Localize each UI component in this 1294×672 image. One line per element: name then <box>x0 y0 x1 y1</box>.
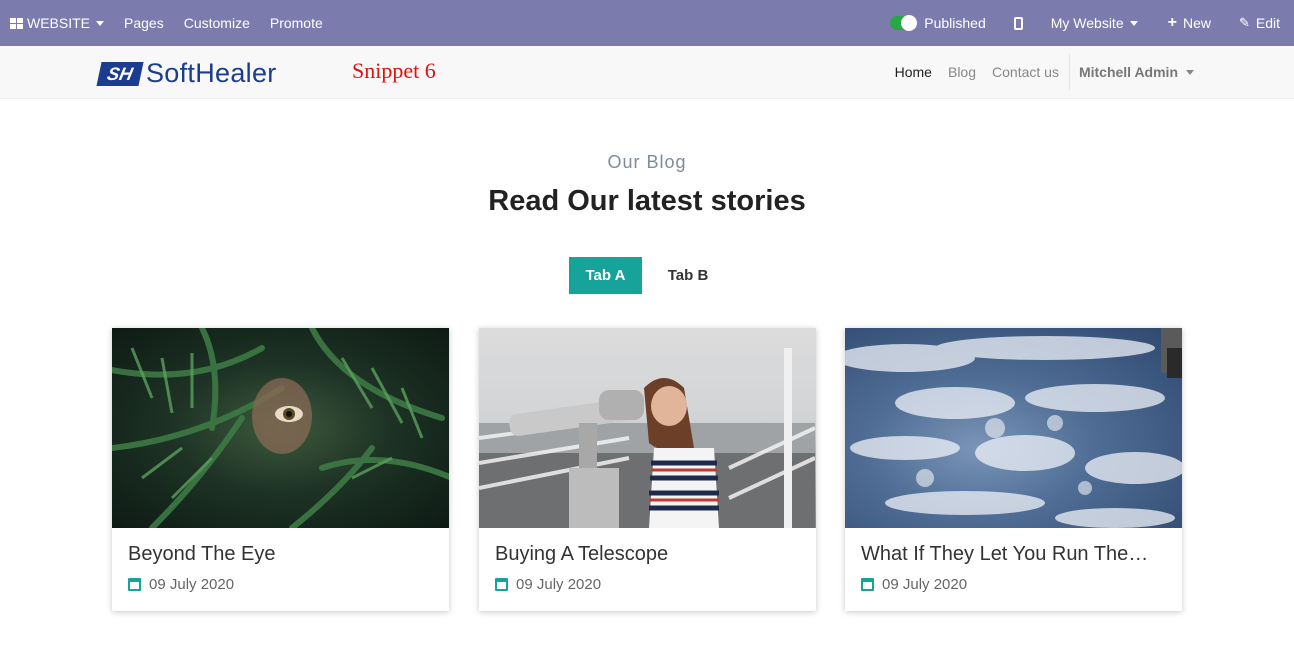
section-subheading: Our Blog <box>607 152 687 172</box>
post-title[interactable]: What If They Let You Run The… <box>861 543 1148 566</box>
earth-illustration <box>845 328 1182 528</box>
new-button-label: New <box>1182 15 1211 31</box>
tab-bar: Tab A Tab B <box>569 257 734 294</box>
calendar-icon <box>861 578 874 591</box>
mobile-preview-button[interactable] <box>996 0 1041 46</box>
post-date-text: 09 July 2020 <box>882 576 968 593</box>
toggle-switch-icon <box>890 15 918 31</box>
post-date-text: 09 July 2020 <box>149 576 235 593</box>
logo-text: SoftHealer <box>146 58 277 88</box>
tab-b[interactable]: Tab B <box>642 257 734 294</box>
mobile-icon <box>1013 16 1023 30</box>
user-name: Mitchell Admin <box>1078 64 1178 80</box>
edit-button[interactable]: ✎ Edit <box>1229 0 1294 46</box>
fern-illustration <box>112 328 449 528</box>
apps-grid-icon <box>10 17 23 29</box>
post-image-telescope <box>479 328 816 528</box>
post-title[interactable]: Buying A Telescope <box>495 543 668 566</box>
section-heading: Read Our latest stories <box>488 185 806 217</box>
main-nav: Home Blog Contact us Mitchell Admin <box>887 46 1294 98</box>
post-date: 09 July 2020 <box>128 576 234 593</box>
plus-icon: + <box>1167 14 1177 31</box>
post-date-text: 09 July 2020 <box>516 576 602 593</box>
pages-menu[interactable]: Pages <box>114 0 174 46</box>
post-image-fern <box>112 328 449 528</box>
site-header: SH SoftHealer Snippet 6 Home Blog Contac… <box>0 46 1294 99</box>
telescope-illustration <box>479 348 816 528</box>
website-menu-label: WEBSITE <box>27 15 91 31</box>
website-switcher-label: My Website <box>1050 15 1124 31</box>
published-label: Published <box>924 15 986 31</box>
site-logo[interactable]: SH SoftHealer <box>96 58 277 89</box>
new-button[interactable]: + New <box>1158 0 1229 46</box>
snippet-label: Snippet 6 <box>352 58 436 83</box>
caret-down-icon <box>1186 69 1194 75</box>
admin-toolbar: WEBSITE Pages Customize Promote Publishe… <box>0 0 1294 46</box>
nav-home[interactable]: Home <box>887 64 940 80</box>
blog-card[interactable]: Beyond The Eye 09 July 2020 <box>112 328 449 611</box>
calendar-icon <box>495 578 508 591</box>
blog-card[interactable]: Buying A Telescope 09 July 2020 <box>479 328 816 611</box>
user-menu[interactable]: Mitchell Admin <box>1070 64 1294 80</box>
promote-menu[interactable]: Promote <box>260 0 333 46</box>
post-date: 09 July 2020 <box>861 576 967 593</box>
logo-mark: SH <box>96 61 144 86</box>
edit-button-label: Edit <box>1255 15 1280 31</box>
tab-a[interactable]: Tab A <box>569 257 642 294</box>
nav-contact[interactable]: Contact us <box>984 64 1067 80</box>
blog-card[interactable]: What If They Let You Run The… 09 July 20… <box>845 328 1182 611</box>
calendar-icon <box>128 578 141 591</box>
pencil-icon: ✎ <box>1238 15 1250 30</box>
post-title[interactable]: Beyond The Eye <box>128 543 276 566</box>
website-switcher[interactable]: My Website <box>1041 0 1158 46</box>
caret-down-icon <box>96 20 105 26</box>
published-toggle[interactable]: Published <box>880 0 996 46</box>
post-date: 09 July 2020 <box>495 576 601 593</box>
customize-menu[interactable]: Customize <box>174 0 260 46</box>
website-menu[interactable]: WEBSITE <box>0 0 114 46</box>
caret-down-icon <box>1129 20 1138 26</box>
post-image-earth <box>845 328 1182 528</box>
nav-blog[interactable]: Blog <box>940 64 984 80</box>
